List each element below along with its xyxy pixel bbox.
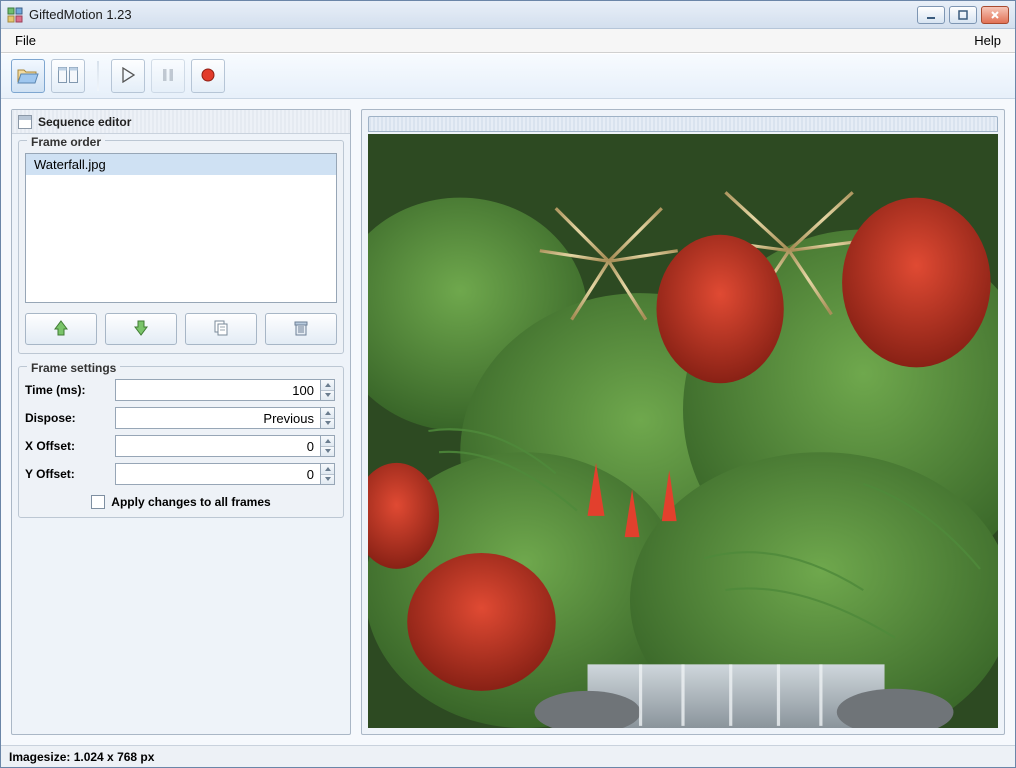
trash-icon (292, 319, 310, 340)
panel-icon (18, 115, 32, 129)
spin-up-icon[interactable] (321, 436, 334, 447)
close-button[interactable] (981, 6, 1009, 24)
minimize-button[interactable] (917, 6, 945, 24)
arrow-up-icon (52, 319, 70, 340)
menu-file[interactable]: File (9, 31, 42, 50)
open-button[interactable] (11, 59, 45, 93)
time-field[interactable] (115, 379, 321, 401)
time-spinner[interactable] (321, 379, 335, 401)
toolbar (1, 53, 1015, 99)
spin-up-icon[interactable] (321, 380, 334, 391)
pause-button (151, 59, 185, 93)
apply-all-checkbox[interactable] (91, 495, 105, 509)
frame-settings-group: Frame settings Time (ms): Dispose: X Off… (18, 366, 344, 518)
toolbar-separator (97, 61, 99, 91)
yoffset-spinner[interactable] (321, 463, 335, 485)
copy-icon (212, 319, 230, 340)
xoffset-label: X Offset: (25, 439, 115, 453)
apply-all-label: Apply changes to all frames (111, 495, 270, 509)
frame-list[interactable]: Waterfall.jpg (25, 153, 337, 303)
panel-title-label: Sequence editor (38, 115, 131, 129)
application-window: GiftedMotion 1.23 File Help (0, 0, 1016, 768)
menubar: File Help (1, 29, 1015, 53)
sequence-editor-title: Sequence editor (12, 110, 350, 134)
window-title: GiftedMotion 1.23 (29, 7, 917, 22)
preview-titlebar[interactable] (368, 116, 998, 132)
frame-order-label: Frame order (27, 135, 105, 149)
preview-panel (361, 109, 1005, 735)
copy-frame-button[interactable] (185, 313, 257, 345)
dispose-spinner[interactable] (321, 407, 335, 429)
dispose-label: Dispose: (25, 411, 115, 425)
time-label: Time (ms): (25, 383, 115, 397)
spin-down-icon[interactable] (321, 447, 334, 457)
menu-help[interactable]: Help (968, 31, 1007, 50)
move-down-button[interactable] (105, 313, 177, 345)
record-icon (200, 67, 216, 86)
folder-open-icon (17, 66, 39, 87)
pause-icon (161, 67, 175, 86)
spin-down-icon[interactable] (321, 475, 334, 485)
statusbar: Imagesize: 1.024 x 768 px (1, 745, 1015, 767)
play-button[interactable] (111, 59, 145, 93)
preview-canvas (368, 134, 998, 728)
spin-up-icon[interactable] (321, 464, 334, 475)
arrow-down-icon (132, 319, 150, 340)
sequence-editor-panel: Sequence editor Frame order Waterfall.jp… (11, 109, 351, 735)
panels-button[interactable] (51, 59, 85, 93)
work-area: Sequence editor Frame order Waterfall.jp… (1, 99, 1015, 745)
frame-settings-label: Frame settings (27, 361, 120, 375)
app-icon (7, 7, 23, 23)
dispose-field[interactable] (115, 407, 321, 429)
titlebar: GiftedMotion 1.23 (1, 1, 1015, 29)
spin-down-icon[interactable] (321, 391, 334, 401)
imagesize-label: Imagesize: 1.024 x 768 px (9, 750, 154, 764)
spin-down-icon[interactable] (321, 419, 334, 429)
yoffset-label: Y Offset: (25, 467, 115, 481)
yoffset-field[interactable] (115, 463, 321, 485)
record-button[interactable] (191, 59, 225, 93)
xoffset-spinner[interactable] (321, 435, 335, 457)
spin-up-icon[interactable] (321, 408, 334, 419)
delete-frame-button[interactable] (265, 313, 337, 345)
move-up-button[interactable] (25, 313, 97, 345)
list-item[interactable]: Waterfall.jpg (26, 154, 336, 175)
play-icon (121, 67, 135, 86)
maximize-button[interactable] (949, 6, 977, 24)
panels-icon (58, 67, 78, 86)
xoffset-field[interactable] (115, 435, 321, 457)
frame-order-group: Frame order Waterfall.jpg (18, 140, 344, 354)
